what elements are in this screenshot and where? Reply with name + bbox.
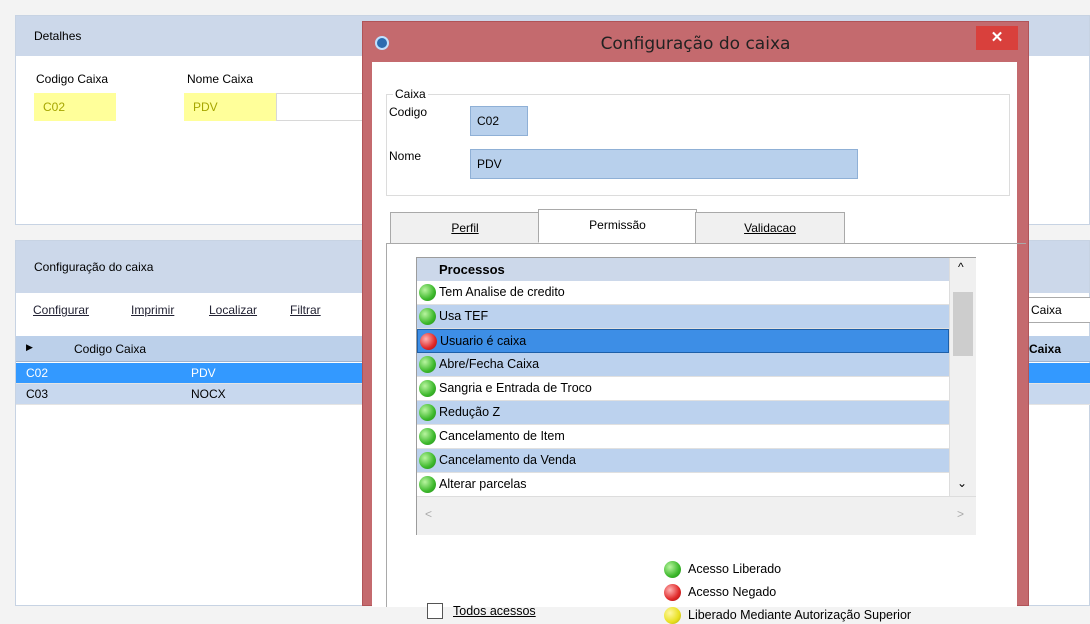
status-green-icon[interactable] xyxy=(419,356,436,373)
processo-label: Usa TEF xyxy=(439,309,489,323)
legend-red-icon xyxy=(664,584,681,601)
processos-header: Processos xyxy=(417,258,949,281)
legend-yellow-icon xyxy=(664,607,681,624)
grid-col-codigo[interactable]: Codigo Caixa xyxy=(74,342,146,356)
todos-acessos-label[interactable]: Todos acessos xyxy=(453,604,536,618)
dialog-codigo-label: Codigo xyxy=(389,105,428,119)
status-green-icon[interactable] xyxy=(419,308,436,325)
config-dialog: Configuração do caixa ✕ Caixa Codigo C02… xyxy=(362,21,1029,624)
dialog-titlebar[interactable]: Configuração do caixa ✕ xyxy=(363,22,1028,62)
filtrar-link[interactable]: Filtrar xyxy=(290,303,321,317)
grid-col-caixa[interactable]: Caixa xyxy=(1029,342,1061,356)
cell-codigo: C03 xyxy=(26,387,49,401)
scroll-right-icon[interactable]: > xyxy=(957,507,964,521)
processo-label: Usuario é caixa xyxy=(440,334,527,348)
dialog-nome-field[interactable]: PDV xyxy=(470,149,858,179)
imprimir-link[interactable]: Imprimir xyxy=(131,303,174,317)
vertical-scrollbar[interactable]: ^ ⌄ xyxy=(949,258,976,496)
tab-validacao[interactable]: Validacao xyxy=(695,212,845,244)
codigo-caixa-label: Codigo Caixa xyxy=(36,72,109,86)
list-item[interactable]: Cancelamento da Venda xyxy=(417,449,949,473)
status-green-icon[interactable] xyxy=(419,428,436,445)
todos-acessos-checkbox[interactable] xyxy=(427,603,443,619)
list-item[interactable]: Usa TEF xyxy=(417,305,949,329)
nome-caixa-field[interactable]: PDV xyxy=(184,93,276,121)
right-search-field[interactable]: Caixa xyxy=(1026,297,1090,323)
dialog-nome-label: Nome xyxy=(389,149,422,163)
nome-caixa-label: Nome Caixa xyxy=(187,72,254,86)
scroll-left-icon[interactable]: < xyxy=(425,507,432,521)
list-item[interactable]: Sangria e Entrada de Troco xyxy=(417,377,949,401)
caixa-groupbox: Caixa Codigo C02 Nome PDV xyxy=(386,87,1010,196)
status-green-icon[interactable] xyxy=(419,404,436,421)
horizontal-scrollbar[interactable]: < > xyxy=(417,496,976,535)
caixa-group-title: Caixa xyxy=(393,87,428,101)
scroll-up-icon[interactable]: ^ xyxy=(958,260,964,274)
nome-caixa-field-ext xyxy=(276,93,366,121)
status-red-icon[interactable] xyxy=(420,333,437,350)
tab-permissao-label: Permissão xyxy=(589,218,646,232)
processo-label: Alterar parcelas xyxy=(439,477,527,491)
configurar-link[interactable]: Configurar xyxy=(33,303,89,317)
scroll-down-icon[interactable]: ⌄ xyxy=(957,476,967,490)
processo-label: Tem Analise de credito xyxy=(439,285,565,299)
dialog-codigo-field[interactable]: C02 xyxy=(470,106,528,136)
status-green-icon[interactable] xyxy=(419,476,436,493)
list-item[interactable]: Alterar parcelas xyxy=(417,473,949,497)
status-green-icon[interactable] xyxy=(419,452,436,469)
cell-nome: PDV xyxy=(191,366,216,380)
cell-nome: NOCX xyxy=(191,387,226,401)
legend-label: Acesso Liberado xyxy=(688,562,782,576)
status-green-icon[interactable] xyxy=(419,284,436,301)
codigo-caixa-field[interactable]: C02 xyxy=(34,93,116,121)
right-search-text: Caixa xyxy=(1031,303,1062,317)
legend-label: Liberado Mediante Autorização Superior xyxy=(688,608,912,622)
tab-validacao-label: Validacao xyxy=(744,221,796,235)
list-item[interactable]: Abre/Fecha Caixa xyxy=(417,353,949,377)
close-button[interactable]: ✕ xyxy=(976,26,1018,50)
processo-label: Abre/Fecha Caixa xyxy=(439,357,540,371)
list-item[interactable]: Tem Analise de credito xyxy=(417,281,949,305)
tab-perfil[interactable]: Perfil xyxy=(390,212,540,244)
scroll-thumb[interactable] xyxy=(953,292,973,356)
status-green-icon[interactable] xyxy=(419,380,436,397)
tab-permissao[interactable]: Permissão xyxy=(538,209,697,243)
row-pointer-icon: ▶ xyxy=(26,342,33,352)
processo-label: Cancelamento de Item xyxy=(439,429,565,443)
list-item[interactable]: Usuario é caixa xyxy=(417,329,949,353)
dialog-body: Caixa Codigo C02 Nome PDV Perfil Permiss… xyxy=(372,62,1026,624)
list-item[interactable]: Redução Z xyxy=(417,401,949,425)
cell-codigo: C02 xyxy=(26,366,49,380)
dialog-title: Configuração do caixa xyxy=(600,34,791,54)
tab-perfil-label: Perfil xyxy=(451,221,479,235)
processo-label: Sangria e Entrada de Troco xyxy=(439,381,592,395)
localizar-link[interactable]: Localizar xyxy=(209,303,257,317)
processos-list[interactable]: Processos Tem Analise de credito Usa TEF U… xyxy=(416,257,976,535)
list-item[interactable]: Cancelamento de Item xyxy=(417,425,949,449)
legend-label: Acesso Negado xyxy=(688,585,777,599)
legend-green-icon xyxy=(664,561,681,578)
processo-label: Redução Z xyxy=(439,405,501,419)
processo-label: Cancelamento da Venda xyxy=(439,453,576,467)
